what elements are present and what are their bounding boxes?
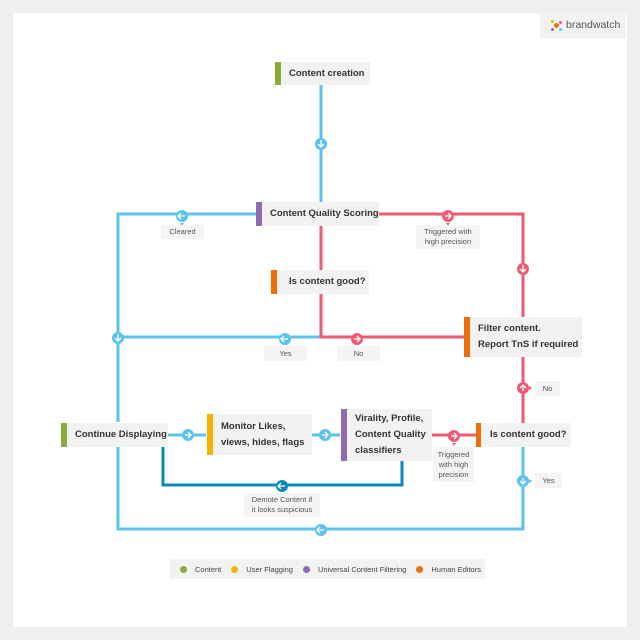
legend-item-content: Content [180,565,221,574]
label-text: No [353,348,364,358]
label-no-2: No [535,381,560,396]
legend-label: Content [195,564,222,574]
node-content-creation[interactable]: Content creation [275,62,370,85]
node-is-content-good-1[interactable]: Is content good? [271,270,369,294]
marker-monitor-classifiers [319,429,331,441]
label-cleared: Cleared [161,225,204,239]
node-filter-content[interactable]: Filter content. Report TnS if required [464,317,582,357]
node-label-line2: Content Quality [355,429,426,440]
node-content-quality-scoring[interactable]: Content Quality Scoring [256,202,379,226]
node-label: Content Quality Scoring [270,208,379,219]
label-text: Demote Content if [251,495,313,504]
node-label: Is content good? [289,276,366,287]
label-text: it looks suspicious [251,505,313,514]
edge-cleared [116,212,257,422]
marker-continue-monitor [182,429,194,441]
node-label-line3: classifiers [355,445,402,456]
node-label-line2: views, hides, flags [221,436,305,448]
marker-blue-down-left [112,332,124,344]
node-label: Continue Displaying [75,429,167,440]
label-text: No [542,383,553,393]
legend-item-universal-filtering: Universal Content Filtering [302,564,407,574]
label-no-1: No [337,346,380,361]
legend-dot-icon [231,565,239,573]
node-label: Content creation [289,67,365,79]
marker-triggered-1 [442,210,454,226]
content-color-bar [275,62,281,85]
node-label-line1: Virality, Profile, [355,413,424,424]
editors-color-bar [464,317,470,357]
editors-color-bar [476,423,481,447]
label-text: high precision [424,237,472,246]
marker-red-down [517,263,529,275]
legend-label: Universal Content Filtering [317,564,407,574]
node-label-line1: Filter content. [478,323,541,334]
node-label-line1: Monitor Likes, [221,420,286,432]
legend-label: Human Editors [431,564,481,574]
marker-triggered-2 [448,430,460,446]
label-text: Triggered with [424,227,472,236]
label-text: Yes [279,348,292,358]
label-yes-2: Yes [535,473,562,488]
label-text: Triggered [437,449,470,459]
label-text: with high [438,459,469,469]
label-triggered-2: Triggered with high precision [433,447,474,482]
node-continue-displaying[interactable]: Continue Displaying [61,423,168,447]
legend-dot-icon [416,565,424,573]
node-is-content-good-2[interactable]: Is content good? [476,423,571,447]
label-triggered-1: Triggered with high precision [416,225,480,249]
marker-cleared [176,210,188,226]
legend: Content User Flagging Universal Content … [170,559,485,579]
node-label-line2: Report TnS if required [478,339,579,350]
legend-dot-icon [180,565,187,573]
filtering-color-bar [341,409,347,461]
legend-item-human-editors: Human Editors [416,565,481,574]
marker-down-1 [315,138,327,150]
filtering-color-bar [256,202,262,226]
marker-yes-2-return [315,524,327,536]
node-classifiers[interactable]: Virality, Profile, Content Quality class… [341,409,432,461]
label-demote: Demote Content if it looks suspicious [244,493,320,517]
label-text: precision [438,469,469,479]
legend-item-user-flagging: User Flagging [231,565,293,574]
marker-yes-2 [517,475,532,487]
marker-no-2 [517,382,532,394]
legend-dot-icon [302,565,310,573]
label-text: Cleared [169,227,196,236]
editors-color-bar [271,270,277,294]
user-flagging-color-bar [207,414,213,455]
label-yes-1: Yes [264,346,307,361]
legend-label: User Flagging [246,564,293,574]
label-text: Yes [542,475,555,485]
content-color-bar [61,423,67,447]
node-monitor-likes[interactable]: Monitor Likes, views, hides, flags [207,414,312,455]
node-label: Is content good? [490,429,567,440]
